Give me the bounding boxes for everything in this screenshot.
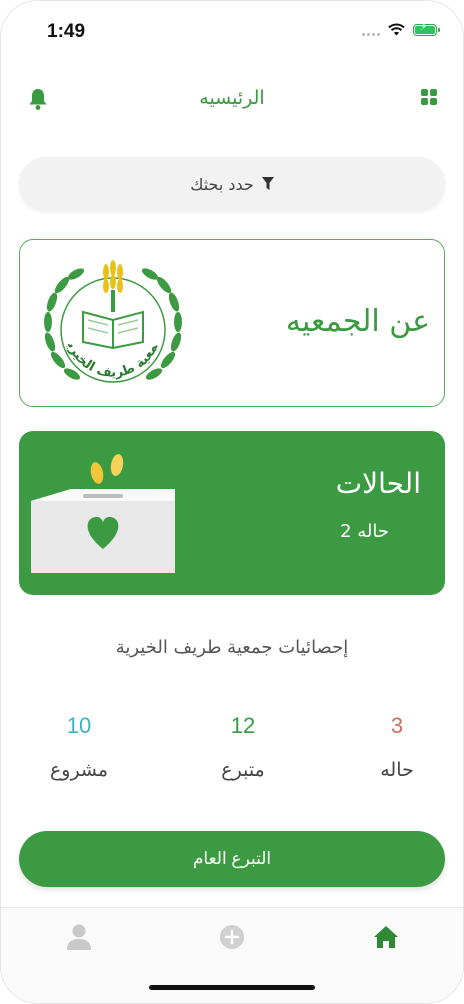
page-title: الرئيسيه [199,87,265,109]
about-title: عن الجمعيه [285,304,430,339]
app-screen: 1:49 الرئيسيه حدد بحثك [0,0,464,1004]
search-filter-button[interactable]: حدد بحثك [19,157,445,211]
stat-cases-label: حاله [380,759,414,781]
stat-donors: 12 متبرع [183,713,303,781]
general-donation-button[interactable]: التبرع العام [19,831,445,887]
add-icon[interactable] [217,922,247,952]
grid-menu-icon[interactable] [421,89,437,105]
status-icons [362,22,440,36]
cases-count: 2 حاله [340,521,389,542]
stat-projects-value: 10 [66,713,92,738]
filter-label: حدد بحثك [190,174,254,194]
stat-projects-label: مشروع [49,759,109,781]
signal-icon [362,24,380,36]
filter-icon [261,177,274,190]
status-time: 1:49 [47,21,86,42]
stat-cases-value: 3 [390,713,404,738]
stat-cases: 3 حاله [337,713,457,781]
home-indicator [149,985,315,990]
stat-projects: 10 مشروع [19,713,139,781]
profile-icon[interactable] [64,922,94,952]
battery-icon [413,22,440,36]
statistics-title: إحصائيات جمعية طريف الخيرية [115,637,349,658]
association-logo: جمعية طريف الخيرية [38,250,182,383]
home-icon[interactable] [371,922,401,952]
stat-donors-value: 12 [230,713,256,738]
cases-card[interactable]: الحالات 2 حاله [19,431,445,595]
donation-box-icon [31,454,175,573]
cases-title: الحالات [335,467,421,500]
wifi-icon [388,23,405,36]
stat-donors-label: متبرع [221,759,265,781]
about-association-card[interactable]: جمعية طريف الخيرية عن الجمعيه [19,239,445,407]
